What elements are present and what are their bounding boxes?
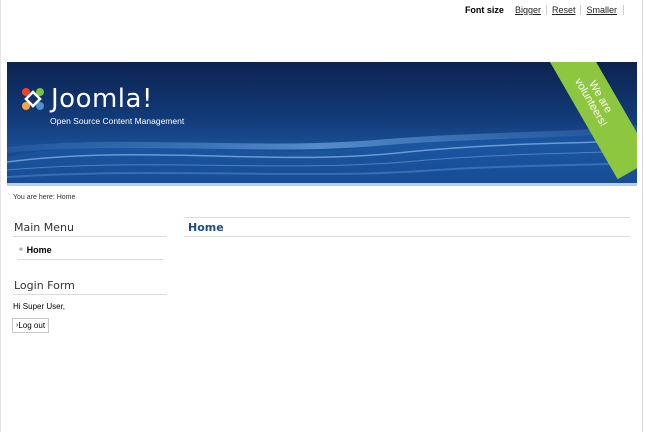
menu-item-home[interactable]: ■ Home <box>19 245 52 255</box>
bullet-icon: ■ <box>19 247 23 253</box>
login-form-title: Login Form <box>14 279 75 292</box>
header-banner: Joomla! Open Source Content Management W… <box>7 62 637 186</box>
login-greeting: Hi Super User, <box>13 302 66 311</box>
font-size-controls: Font size Bigger Reset Smaller <box>465 5 624 15</box>
font-smaller-link[interactable]: Smaller <box>580 5 622 15</box>
font-size-label: Font size <box>464 5 504 15</box>
site-tagline: Open Source Content Management <box>50 116 185 126</box>
font-reset-link[interactable]: Reset <box>545 5 581 15</box>
divider <box>184 236 630 237</box>
divider <box>623 5 624 15</box>
divider <box>13 236 167 237</box>
joomla-logo[interactable]: Joomla! <box>19 84 153 114</box>
divider <box>17 259 163 260</box>
divider <box>13 294 167 295</box>
logout-label: Log out <box>18 321 46 330</box>
joomla-logo-icon <box>22 88 44 110</box>
main-menu-title: Main Menu <box>14 221 74 234</box>
menu-item-label: Home <box>26 245 52 255</box>
logout-button[interactable]: › Log out <box>12 318 50 333</box>
page-title: Home <box>188 221 224 234</box>
divider <box>184 217 630 218</box>
font-bigger-link[interactable]: Bigger <box>510 5 546 15</box>
logo-text: Joomla! <box>51 84 153 114</box>
breadcrumb: You are here: Home <box>13 194 76 201</box>
